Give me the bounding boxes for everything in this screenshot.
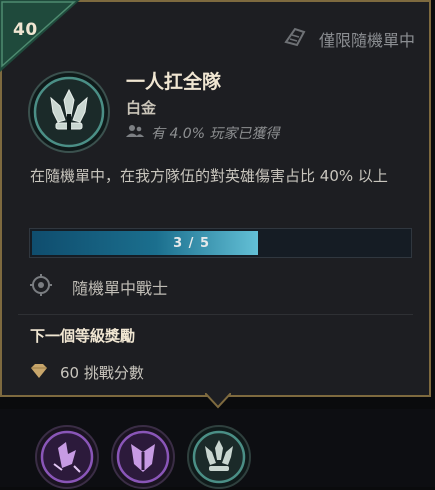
challenge-tier: 白金	[126, 99, 157, 117]
purple-shield-icon[interactable]	[110, 424, 176, 490]
reward-label: 60 挑戰分數	[60, 364, 144, 382]
ranked-crystal-icon	[283, 26, 307, 52]
level-number: 40	[13, 20, 38, 40]
level-corner-badge	[0, 0, 80, 72]
platinum-crown-icon[interactable]	[186, 424, 252, 490]
players-icon	[126, 124, 144, 142]
progress-bar: 3 / 5	[29, 228, 412, 258]
owned-text: 有 4.0% 玩家已獲得	[151, 126, 280, 142]
challenge-title: 一人扛全隊	[126, 71, 222, 93]
objective-row: 隨機單中戰士	[30, 274, 168, 300]
tooltip-pointer	[205, 393, 231, 409]
divider	[18, 314, 413, 315]
owned-percentage: 有 4.0% 玩家已獲得	[126, 123, 279, 143]
progress-text: 3 / 5	[173, 235, 210, 251]
objective-label: 隨機單中戰士	[72, 279, 169, 298]
challenge-tooltip: 40 僅限隨機單中 一人扛全隊 白金 有 4.0% 玩家已獲得 在隨機單中，在我…	[0, 0, 431, 397]
ranked-only-label: 僅限隨機單中	[318, 31, 415, 50]
platinum-crown-crest-icon	[28, 71, 110, 153]
purple-fist-icon[interactable]	[34, 424, 100, 490]
reward-row: 60 挑戰分數	[30, 362, 144, 383]
next-tier-title: 下一個等級獎勵	[30, 327, 136, 345]
position-target-icon	[30, 274, 52, 300]
ranked-only-indicator: 僅限隨機單中	[283, 26, 415, 52]
challenge-point-gem-icon	[30, 363, 48, 382]
challenge-description: 在隨機單中，在我方隊伍的對英雄傷害占比 40% 以上	[30, 167, 388, 185]
